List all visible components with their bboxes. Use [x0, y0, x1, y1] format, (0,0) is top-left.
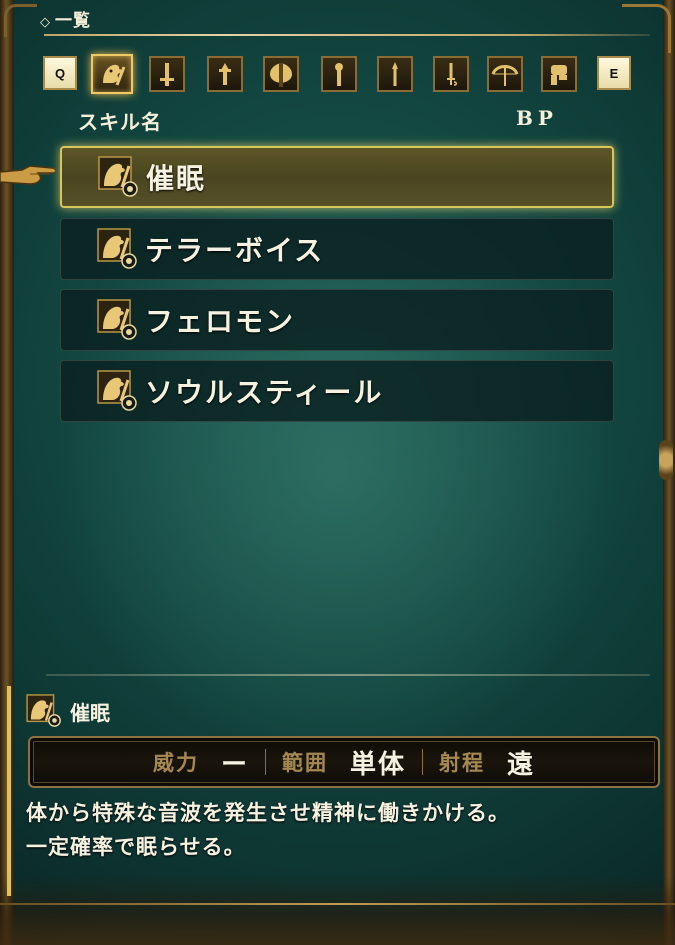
header-divider [44, 34, 650, 36]
skill-description: 体から特殊な音波を発生させ精神に働きかける。 一定確率で眠らせる。 [26, 796, 646, 864]
stat-divider [264, 749, 266, 775]
tab-spear[interactable] [207, 56, 243, 92]
detail-divider [46, 674, 650, 676]
skill-name: フェロモン [145, 305, 296, 338]
corner-ornament-top-right [622, 4, 671, 53]
tab-axe[interactable] [263, 56, 299, 92]
sword-icon [160, 63, 174, 86]
dagger-icon [447, 63, 457, 86]
range-label: 範囲 [281, 750, 328, 775]
description-line: 一定確率で眠らせる。 [26, 834, 246, 859]
distance-value: 遠 [507, 749, 536, 780]
frame-bottom-line [0, 903, 675, 905]
detail-header: 催眠 [26, 694, 110, 728]
skill-name: ソウルスティール [145, 376, 384, 409]
column-header-skill-name: スキル名 [78, 110, 162, 134]
beast-skill-icon [97, 299, 137, 340]
frame-bottom-ornament [0, 875, 675, 945]
skill-list-item[interactable]: テラーボイス [60, 218, 614, 280]
staff-icon [335, 63, 343, 86]
beast-skill-icon [98, 156, 138, 197]
column-header-bp: BP [516, 106, 558, 130]
skill-stats-panel: 威力 ー 範囲 単体 射程 遠 [28, 736, 660, 788]
distance-label: 射程 [439, 750, 485, 775]
tab-lance[interactable] [377, 56, 413, 92]
prev-tab-key-button[interactable]: Q [43, 56, 77, 90]
spear-icon [219, 63, 231, 85]
power-value: ー [220, 749, 249, 780]
side-ornament-right [659, 440, 673, 480]
weapon-tab-bar: Q E [43, 54, 638, 94]
pointing-hand-cursor-icon [0, 165, 57, 185]
page-title-text: 一覧 [55, 11, 91, 31]
page-title: ◇ 一覧 [40, 6, 91, 31]
range-value: 単体 [349, 749, 406, 780]
tab-dagger[interactable] [433, 56, 469, 92]
tab-beast[interactable] [91, 54, 133, 94]
beast-head-icon [103, 64, 126, 86]
tab-staff[interactable] [321, 56, 357, 92]
skill-name: テラーボイス [145, 234, 325, 267]
detail-skill-name: 催眠 [70, 700, 110, 725]
axe-icon [270, 63, 292, 87]
power-label: 威力 [152, 750, 199, 775]
description-line: 体から特殊な音波を発生させ精神に働きかける。 [26, 800, 510, 825]
beast-skill-icon [97, 370, 137, 411]
skill-list-item[interactable]: 催眠 [60, 146, 614, 208]
skill-name: 催眠 [146, 162, 207, 195]
beast-skill-icon [26, 694, 61, 727]
tab-fist[interactable] [541, 56, 577, 92]
fist-icon [551, 65, 567, 85]
detail-accent-bar [7, 686, 11, 896]
corner-ornament-top-left [4, 4, 37, 37]
bow-icon [491, 65, 519, 86]
next-tab-key-button[interactable]: E [597, 56, 631, 90]
skill-list-item[interactable]: フェロモン [60, 289, 614, 351]
tab-bow[interactable] [487, 56, 523, 92]
lance-icon [392, 62, 398, 86]
stat-divider [422, 749, 423, 775]
tab-sword[interactable] [149, 56, 185, 92]
beast-skill-icon [97, 228, 137, 269]
diamond-icon: ◇ [40, 15, 51, 30]
skill-list-item[interactable]: ソウルスティール [60, 360, 614, 422]
